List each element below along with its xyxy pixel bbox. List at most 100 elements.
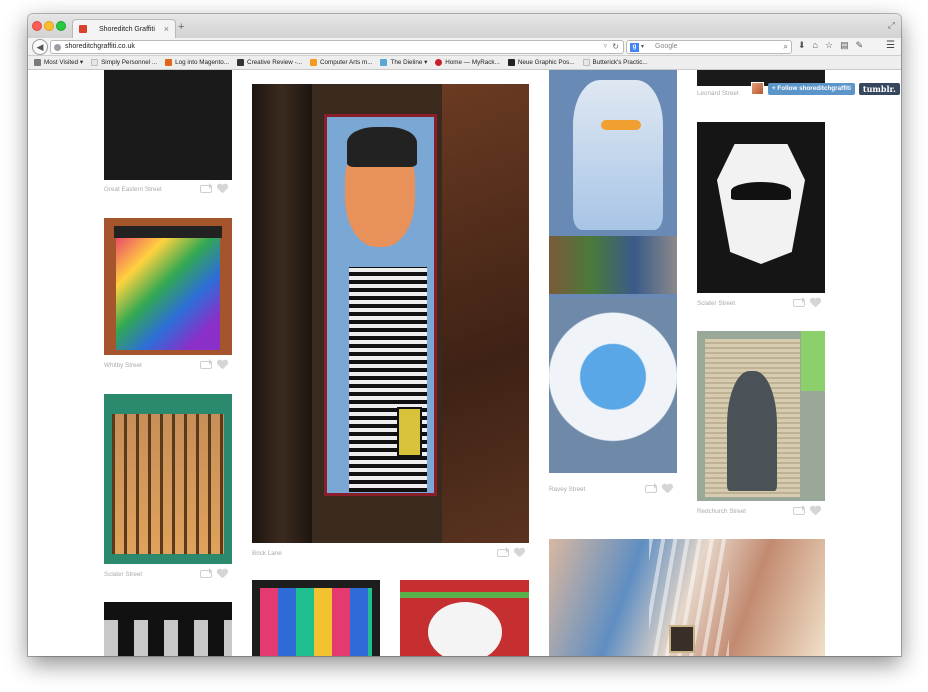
post-image[interactable] bbox=[400, 580, 529, 656]
bookmarks-menu-icon[interactable]: ▤ bbox=[840, 40, 849, 51]
post-image[interactable] bbox=[549, 539, 825, 656]
follow-button[interactable]: + Follow shoreditchgraffiti bbox=[768, 82, 855, 95]
reblog-icon[interactable] bbox=[645, 483, 657, 493]
tumblr-logo-button[interactable]: tumblr. bbox=[858, 82, 900, 95]
minimize-window-button[interactable] bbox=[44, 21, 54, 31]
url-text: shoreditchgraffiti.co.uk bbox=[65, 43, 135, 50]
bookmark-item[interactable]: Creative Review -... bbox=[237, 59, 302, 66]
bookmark-item[interactable]: Most Visited ▾ bbox=[34, 59, 83, 66]
post-image[interactable] bbox=[697, 331, 825, 501]
post-image[interactable] bbox=[252, 84, 529, 543]
bookmark-label: Home — MyRack... bbox=[445, 59, 500, 66]
reblog-icon[interactable] bbox=[200, 568, 212, 578]
post-caption: Whitby Street bbox=[104, 362, 142, 369]
reload-icon[interactable]: ↻ bbox=[612, 41, 619, 53]
bookmark-item[interactable]: Butterick's Practic... bbox=[582, 59, 648, 66]
close-tab-icon[interactable]: × bbox=[164, 24, 169, 34]
bookmark-label: Butterick's Practic... bbox=[592, 59, 648, 66]
favicon-icon bbox=[79, 25, 87, 33]
page-icon bbox=[582, 59, 590, 66]
reblog-icon[interactable] bbox=[200, 183, 212, 193]
search-engine-dropdown-icon[interactable]: ▾ bbox=[641, 41, 644, 53]
hair-art bbox=[347, 127, 417, 167]
url-bar[interactable]: shoreditchgraffiti.co.uk ▿ ↻ bbox=[50, 40, 624, 54]
post-image[interactable] bbox=[104, 602, 232, 656]
post-image[interactable] bbox=[104, 394, 232, 564]
tumblr-controls: + Follow shoreditchgraffiti tumblr. bbox=[751, 82, 900, 95]
navigation-bar: ◀ shoreditchgraffiti.co.uk ▿ ↻ g ▾ Googl… bbox=[28, 38, 901, 56]
mask-art bbox=[717, 144, 805, 264]
bookmark-item[interactable]: Log into Magento... bbox=[165, 59, 229, 66]
bookmark-label: Most Visited ▾ bbox=[44, 59, 84, 66]
post-actions bbox=[200, 568, 228, 579]
myrack-icon bbox=[435, 59, 443, 66]
tab-shoreditch-graffiti[interactable]: Shoreditch Graffiti × bbox=[72, 19, 176, 38]
carrot-nose bbox=[601, 120, 641, 130]
chat-icon[interactable]: ✎ bbox=[856, 40, 864, 51]
cloaked-figure bbox=[727, 371, 777, 491]
heart-icon[interactable] bbox=[514, 548, 525, 558]
home-icon[interactable]: ⌂ bbox=[813, 40, 818, 51]
page-icon bbox=[91, 59, 99, 66]
reblog-icon[interactable] bbox=[497, 547, 509, 557]
browser-window: Shoreditch Graffiti × + ⤢ ◀ shoreditchgr… bbox=[28, 14, 901, 656]
post-actions bbox=[793, 297, 821, 308]
bookmark-item[interactable]: The Dieline ▾ bbox=[380, 59, 427, 66]
search-placeholder: Google bbox=[655, 43, 678, 50]
tab-title: Shoreditch Graffiti bbox=[99, 26, 155, 33]
post-caption: Sclater Street bbox=[697, 300, 736, 307]
reblog-icon[interactable] bbox=[793, 297, 805, 307]
mask-eyes bbox=[731, 182, 791, 200]
reblog-icon[interactable] bbox=[793, 505, 805, 515]
bookmark-label: The Dieline ▾ bbox=[390, 59, 428, 66]
post-image[interactable] bbox=[104, 218, 232, 355]
new-tab-button[interactable]: + bbox=[178, 21, 184, 33]
bookmark-item[interactable]: Neue Graphic Pos... bbox=[507, 59, 575, 66]
search-icon[interactable]: ⌕ bbox=[784, 41, 788, 53]
menu-icon[interactable]: ☰ bbox=[886, 40, 895, 51]
bookmark-item[interactable]: Simply Personnel ... bbox=[91, 59, 157, 66]
bookmark-label: Computer Arts m... bbox=[319, 59, 373, 66]
post-image[interactable] bbox=[104, 70, 232, 180]
close-window-button[interactable] bbox=[32, 21, 42, 31]
creative-review-icon bbox=[237, 59, 245, 66]
snowman-art bbox=[573, 80, 663, 230]
post-caption: Redchurch Street bbox=[697, 508, 747, 515]
post-actions bbox=[793, 505, 821, 516]
avatar[interactable] bbox=[751, 82, 764, 95]
heart-icon[interactable] bbox=[217, 184, 228, 194]
fullscreen-icon[interactable]: ⤢ bbox=[888, 20, 895, 31]
toolbar-icons: ⬇ ⌂ ☆ ▤ ✎ bbox=[798, 40, 863, 51]
yellow-box-art bbox=[397, 407, 422, 457]
heart-icon[interactable] bbox=[662, 484, 673, 494]
post-caption: Sclater Street bbox=[104, 571, 143, 578]
download-icon[interactable]: ⬇ bbox=[798, 40, 806, 51]
google-icon: g bbox=[630, 43, 639, 52]
bookmark-icon bbox=[34, 59, 41, 66]
bookmark-item[interactable]: Home — MyRack... bbox=[435, 59, 500, 66]
bookmark-item[interactable]: Computer Arts m... bbox=[309, 59, 373, 66]
search-input[interactable]: g ▾ Google ⌕ bbox=[626, 40, 792, 54]
post-caption: Great Eastern Street bbox=[104, 186, 162, 193]
heart-icon[interactable] bbox=[217, 569, 228, 579]
back-button[interactable]: ◀ bbox=[32, 39, 48, 55]
post-actions bbox=[645, 483, 673, 494]
geometric-mural bbox=[260, 588, 372, 656]
history-dropdown-icon[interactable]: ▿ bbox=[603, 41, 607, 53]
tagged-wall bbox=[442, 84, 529, 543]
reblog-icon[interactable] bbox=[200, 359, 212, 369]
computer-arts-icon bbox=[309, 59, 317, 66]
post-image[interactable] bbox=[252, 580, 380, 656]
green-stripe bbox=[400, 592, 529, 598]
zoom-window-button[interactable] bbox=[56, 21, 66, 31]
heart-icon[interactable] bbox=[217, 360, 228, 370]
bookmark-star-icon[interactable]: ☆ bbox=[825, 40, 833, 51]
heart-icon[interactable] bbox=[810, 298, 821, 308]
neue-graphic-icon bbox=[507, 59, 515, 66]
globe-icon bbox=[54, 44, 61, 51]
post-image[interactable] bbox=[697, 122, 825, 293]
page-content: Great Eastern Street Whitby Street Sclat… bbox=[28, 70, 901, 656]
heart-icon[interactable] bbox=[810, 506, 821, 516]
post-image[interactable] bbox=[549, 70, 677, 473]
post-actions bbox=[200, 183, 228, 194]
